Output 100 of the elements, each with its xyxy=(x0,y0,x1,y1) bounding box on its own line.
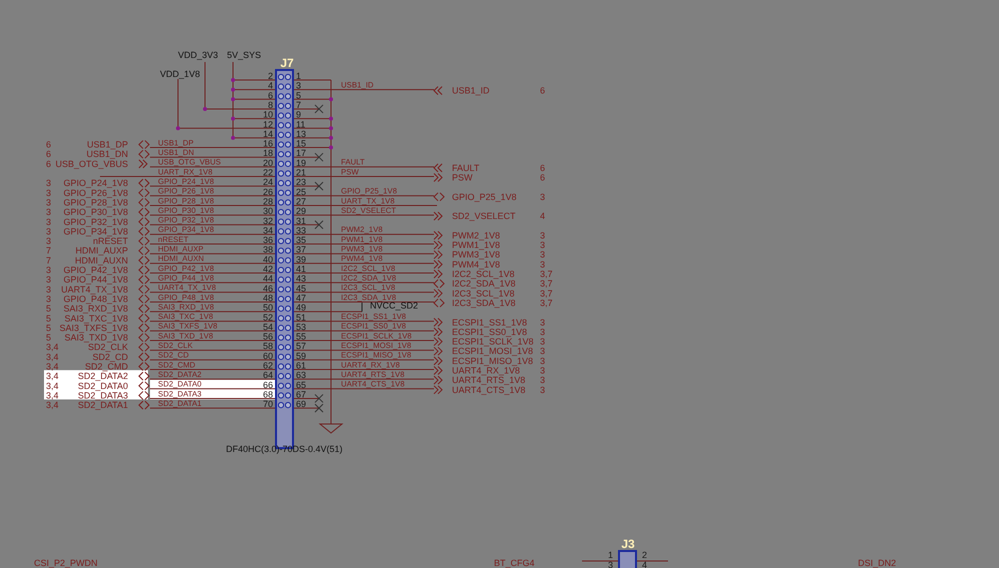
sheet-reference: 3 xyxy=(46,188,52,198)
no-connect-icon xyxy=(314,404,324,413)
port-arrow-icon xyxy=(434,240,443,250)
port-arrow-icon xyxy=(138,275,150,284)
port-arrow-icon xyxy=(434,327,443,336)
pin-number: 52 xyxy=(262,312,273,322)
port-arrow-icon xyxy=(434,366,443,375)
pin-number: 44 xyxy=(262,274,273,284)
net-label: BT_CFG4 xyxy=(494,558,535,568)
pin-number: 22 xyxy=(262,168,273,178)
port-arrow-icon xyxy=(138,294,150,304)
port-arrow-icon xyxy=(138,352,150,362)
sheet-reference: 3,7 xyxy=(540,278,553,289)
port-arrow-icon xyxy=(138,362,150,371)
pin-number: 64 xyxy=(262,370,273,380)
sheet-reference: 6 xyxy=(46,149,52,160)
pin-number: 33 xyxy=(296,225,306,236)
sheet-reference: 6 xyxy=(540,172,546,182)
port-label: HDMI_AUXP xyxy=(75,246,128,256)
port-arrow-icon xyxy=(138,342,150,352)
sheet-reference: 3,7 xyxy=(540,269,553,279)
pin-number: 69 xyxy=(296,399,306,410)
power-net-label: VDD_3V3 xyxy=(178,50,218,60)
port-label: SD2_CLK xyxy=(88,342,128,352)
port-label: I2C2_SCL_1V8 xyxy=(452,269,515,279)
pin-number: 68 xyxy=(262,389,273,400)
port-label: GPIO_P44_1V8 xyxy=(63,274,128,285)
pin-number: 36 xyxy=(262,235,273,246)
sheet-reference: 3 xyxy=(540,240,546,250)
junction-dot-icon xyxy=(329,136,333,140)
sheet-reference: 3,4 xyxy=(46,380,59,391)
sheet-reference: 5 xyxy=(46,313,52,324)
sheet-reference: 3 xyxy=(46,294,52,304)
pin-number: 53 xyxy=(296,322,306,332)
port-label: SD2_CMD xyxy=(84,362,128,372)
pin-number: 9 xyxy=(296,110,302,120)
port-arrow-icon xyxy=(434,250,443,260)
junction-dot-icon xyxy=(176,126,180,130)
port-label: UART4_TX_1V8 xyxy=(61,284,128,294)
port-arrow-icon xyxy=(138,236,150,246)
pin-number: 55 xyxy=(296,332,306,342)
port-arrow-icon xyxy=(434,288,443,298)
pin-number: 6 xyxy=(268,90,273,100)
sheet-reference: 3 xyxy=(540,366,546,376)
port-arrow-icon xyxy=(138,372,150,381)
sheet-reference: 3 xyxy=(540,192,546,202)
pin-number: 47 xyxy=(296,292,306,303)
port-label: I2C3_SCL_1V8 xyxy=(452,288,515,298)
port-arrow-icon xyxy=(138,381,150,390)
pin-number: 4 xyxy=(268,80,273,91)
sheet-reference: 3 xyxy=(540,384,546,395)
pin-number: 66 xyxy=(262,380,273,390)
port-arrow-icon xyxy=(138,140,150,150)
pin-number: 23 xyxy=(296,177,306,188)
port-arrow-icon xyxy=(434,356,443,366)
pin-number: 7 xyxy=(296,100,302,110)
sheet-reference: 3 xyxy=(46,265,52,275)
sheet-reference: 3 xyxy=(540,326,546,337)
port-arrow-icon xyxy=(138,226,150,236)
port-label: SD2_DATA0 xyxy=(78,380,128,391)
sheet-reference: 3,7 xyxy=(540,288,553,298)
pin-number: 63 xyxy=(296,370,306,380)
pin-number: 48 xyxy=(262,292,273,303)
wire xyxy=(292,398,320,399)
port-label: GPIO_P48_1V8 xyxy=(63,294,128,304)
pin-number: 61 xyxy=(296,360,306,370)
no-connect-icon xyxy=(314,220,324,230)
sheet-reference: 3 xyxy=(46,207,52,218)
sheet-reference: 3 xyxy=(540,375,546,386)
sheet-reference: 6 xyxy=(540,86,546,96)
junction-dot-icon xyxy=(329,126,333,130)
wire xyxy=(292,224,320,226)
pin-number: 56 xyxy=(262,332,273,342)
pin-number: 37 xyxy=(296,244,306,255)
port-arrow-icon xyxy=(138,266,150,274)
sheet-reference: 3 xyxy=(540,336,546,347)
port-label: GPIO_P42_1V8 xyxy=(63,265,128,275)
pin-number: 3 xyxy=(296,80,302,91)
sheet-reference: 3 xyxy=(540,250,546,260)
pin-number: 3 xyxy=(608,560,613,568)
pin-number: 34 xyxy=(262,225,273,236)
sheet-reference: 6 xyxy=(46,140,52,150)
pin-number: 29 xyxy=(296,206,306,216)
sheet-reference: 3 xyxy=(46,178,52,188)
pin-number: 65 xyxy=(296,380,306,390)
port-arrow-icon xyxy=(138,188,150,198)
sheet-reference: 3,4 xyxy=(46,362,59,372)
pin-number: 58 xyxy=(262,341,273,352)
port-label: SD2_DATA1 xyxy=(78,400,128,410)
port-arrow-icon xyxy=(433,192,445,202)
pin-number: 27 xyxy=(296,196,306,206)
sheet-reference: 3,4 xyxy=(46,371,59,382)
junction-dot-icon xyxy=(231,97,235,102)
port-arrow-icon xyxy=(138,323,150,332)
pin-number: 2 xyxy=(642,550,648,560)
port-label: SAI3_TXFS_1V8 xyxy=(59,322,128,333)
sheet-reference: 3 xyxy=(46,284,52,294)
pin-number: 28 xyxy=(262,196,273,206)
pin-number: 31 xyxy=(296,216,306,226)
sheet-reference: 3 xyxy=(540,230,546,240)
